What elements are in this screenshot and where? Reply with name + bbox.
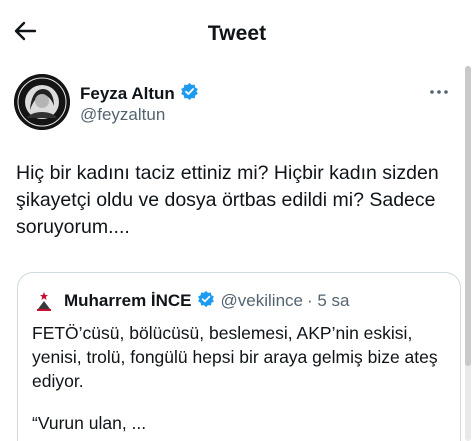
quoted-author-handle[interactable]: @vekilince bbox=[221, 291, 303, 311]
quoted-tweet-text: FETÖ’cüsü, bölücüsü, beslemesi, AKP’nin … bbox=[32, 323, 438, 391]
verified-badge-icon bbox=[180, 82, 199, 106]
top-bar: Tweet bbox=[0, 0, 474, 64]
page-title: Tweet bbox=[207, 22, 267, 45]
tweet-author: Feyza Altun @feyzaltun bbox=[14, 74, 454, 134]
quoted-avatar bbox=[32, 289, 56, 313]
quoted-tweet-header: Muharrem İNCE @vekilince · 5 sa bbox=[32, 289, 350, 313]
quoted-tweet-time: · 5 sa bbox=[306, 291, 350, 310]
verified-badge-icon bbox=[197, 290, 215, 313]
tweet-text: Hiç bir kadını taciz ettiniz mi? Hiçbir … bbox=[16, 162, 439, 238]
avatar[interactable] bbox=[14, 74, 70, 130]
quoted-author-name[interactable]: Muharrem İNCE bbox=[64, 291, 192, 311]
author-name[interactable]: Feyza Altun bbox=[80, 84, 175, 104]
author-name-row[interactable]: Feyza Altun bbox=[80, 82, 199, 106]
author-handle[interactable]: @feyzaltun bbox=[80, 105, 165, 125]
more-options-icon bbox=[429, 82, 449, 100]
more-options-button[interactable] bbox=[424, 80, 454, 102]
quoted-tweet-text-continued: “Vurun ulan, ... bbox=[32, 413, 147, 433]
scrollbar-thumb[interactable] bbox=[465, 66, 471, 366]
quoted-tweet[interactable]: Muharrem İNCE @vekilince · 5 sa FETÖ’cüs… bbox=[17, 272, 461, 441]
